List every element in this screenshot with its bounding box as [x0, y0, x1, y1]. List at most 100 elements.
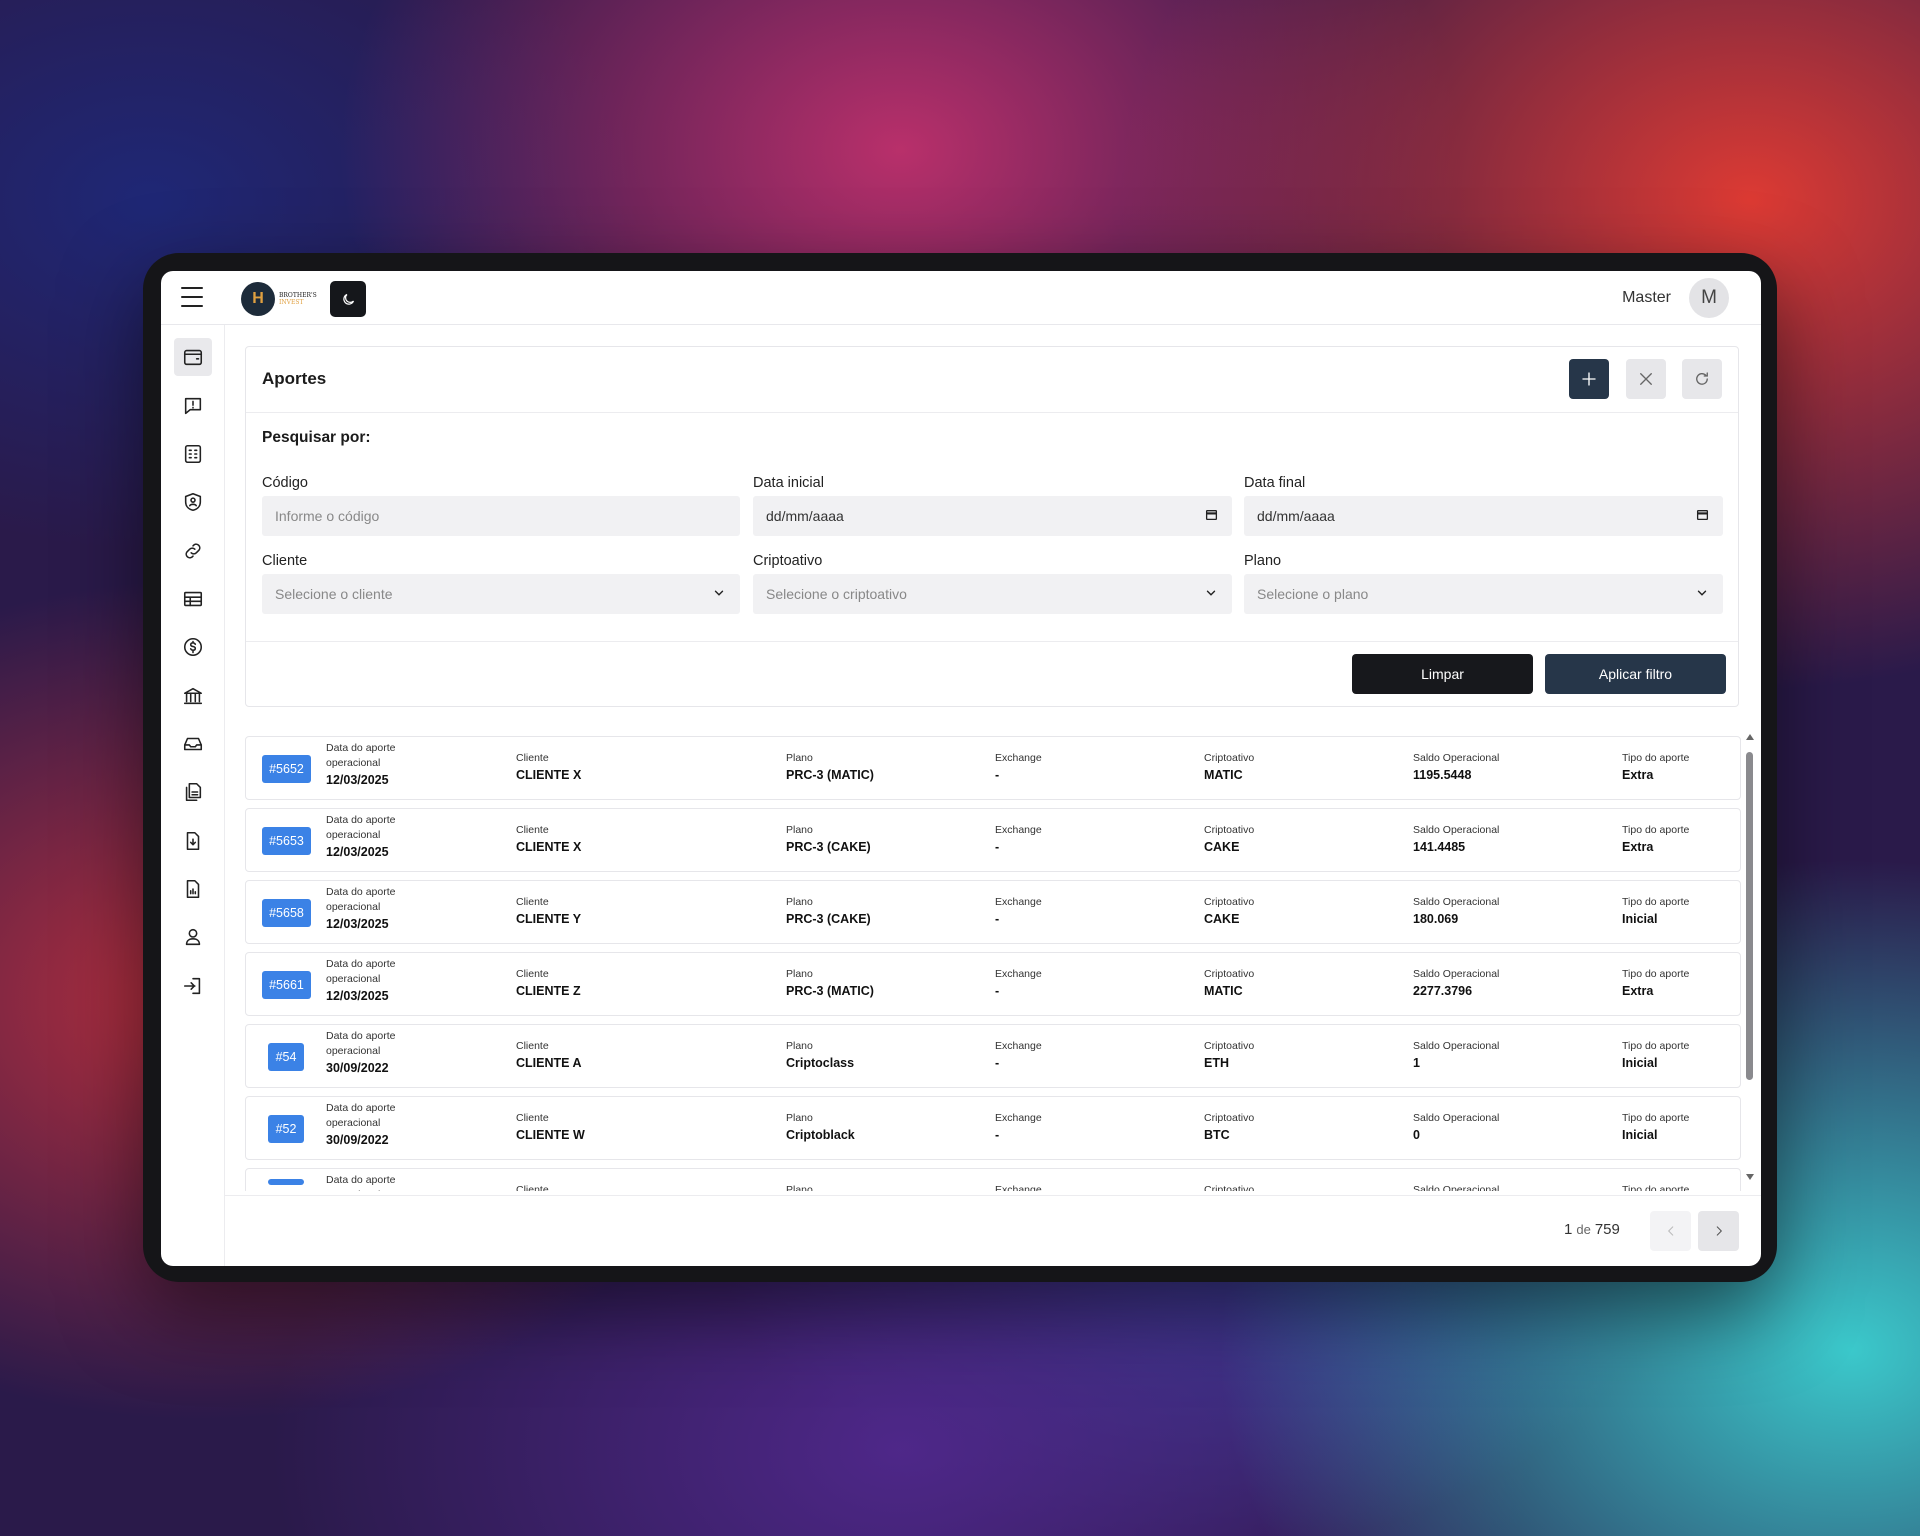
cripto-select[interactable]: Selecione o criptoativo [753, 574, 1232, 614]
codigo-input[interactable]: Informe o código [262, 496, 740, 536]
saldo-cell-value: 180.069 [1413, 912, 1459, 926]
menu-icon[interactable] [181, 287, 203, 307]
data-inicial-input[interactable]: dd/mm/aaaa [753, 496, 1232, 536]
chevron-down-icon [1697, 590, 1707, 596]
scroll-thumb[interactable] [1746, 752, 1753, 1080]
page-current: 1 [1564, 1221, 1573, 1238]
prev-page-button[interactable] [1650, 1211, 1691, 1251]
data-final-input[interactable]: dd/mm/aaaa [1244, 496, 1723, 536]
list-item[interactable]: #5658 Data do aporte operacional 12/03/202… [245, 880, 1741, 944]
code-badge[interactable]: #5658 [262, 899, 311, 927]
date-cell: Data do aporte operacional 30/09/2022 [326, 1029, 436, 1077]
code-badge[interactable] [268, 1179, 304, 1185]
report-file-icon [186, 879, 200, 899]
sidebar-item-inbox[interactable] [174, 725, 212, 763]
saldo-cell-label: Saldo Operacional [1413, 968, 1500, 980]
sidebar-item-finance[interactable] [174, 628, 212, 666]
close-button[interactable] [1626, 359, 1666, 399]
code-badge[interactable]: #5653 [262, 827, 311, 855]
saldo-cell-value: 1195.5448 [1413, 768, 1472, 782]
date-cell: Data do aporte operacional 12/03/2025 [326, 885, 436, 933]
plano-cell: Plano [786, 1183, 813, 1191]
cliente-cell-label: Cliente [516, 968, 549, 980]
scrollbar[interactable] [1744, 734, 1754, 1184]
list-item[interactable]: #5652 Data do aporte operacional 12/03/202… [245, 736, 1741, 800]
plano-cell-label: Plano [786, 1184, 813, 1191]
sidebar [161, 325, 225, 1266]
cripto-cell: Criptoativo CAKE [1204, 823, 1254, 856]
sidebar-item-download[interactable] [174, 822, 212, 860]
chevron-down-icon [1206, 590, 1216, 596]
sidebar-item-security[interactable] [174, 483, 212, 521]
plano-cell-value: PRC-3 (CAKE) [786, 912, 871, 926]
exchange-cell-label: Exchange [995, 824, 1042, 836]
code-badge[interactable]: #5661 [262, 971, 311, 999]
exchange-cell-label: Exchange [995, 1112, 1042, 1124]
dark-mode-toggle[interactable] [330, 281, 366, 317]
date-cell-label: Data do aporte operacional [326, 742, 396, 769]
list-item[interactable]: #52 Data do aporte operacional 30/09/2022 C… [245, 1096, 1741, 1160]
next-page-button[interactable] [1698, 1211, 1739, 1251]
tipo-cell-label: Tipo do aporte [1622, 1040, 1690, 1052]
cliente-cell-label: Cliente [516, 896, 549, 908]
inbox-icon [183, 737, 203, 751]
plano-select[interactable]: Selecione o plano [1244, 574, 1723, 614]
brand-logo[interactable]: H BROTHER'S INVEST [241, 281, 323, 317]
apply-filter-button[interactable]: Aplicar filtro [1545, 654, 1726, 694]
tipo-cell-label: Tipo do aporte [1622, 752, 1690, 764]
link-icon [185, 543, 201, 559]
cliente-label: Cliente [262, 553, 308, 569]
list-item[interactable]: #54 Data do aporte operacional 30/09/2022 C… [245, 1024, 1741, 1088]
code-badge[interactable]: #54 [268, 1043, 304, 1071]
sidebar-item-bank[interactable] [174, 677, 212, 715]
scroll-down-arrow-icon[interactable] [1746, 1174, 1754, 1180]
cripto-cell-value: MATIC [1204, 768, 1243, 782]
avatar[interactable]: M [1689, 278, 1729, 318]
saldo-cell: Saldo Operacional 141.4485 [1413, 823, 1499, 856]
cliente-cell: Cliente CLIENTE X [516, 823, 581, 856]
exchange-cell-label: Exchange [995, 1184, 1042, 1191]
page-title: Aportes [262, 369, 327, 388]
dollar-coin-icon [183, 637, 203, 657]
exchange-cell-label: Exchange [995, 968, 1042, 980]
sidebar-item-logout[interactable] [174, 967, 212, 1005]
add-button[interactable] [1569, 359, 1609, 399]
plano-cell-label: Plano [786, 1112, 813, 1124]
sidebar-item-users[interactable] [174, 918, 212, 956]
sidebar-item-documents[interactable] [174, 773, 212, 811]
chevron-left-icon [1667, 1226, 1673, 1236]
divider [246, 641, 1738, 642]
user-name[interactable]: Master [1622, 289, 1671, 307]
cripto-cell-label: Criptoativo [1204, 752, 1255, 764]
cliente-select[interactable]: Selecione o cliente [262, 574, 740, 614]
table-icon [183, 591, 203, 607]
date-cell: Data do aporte operacional 12/03/2025 [326, 741, 436, 789]
code-badge[interactable]: #52 [268, 1115, 304, 1143]
scroll-up-arrow-icon[interactable] [1746, 734, 1754, 740]
sidebar-item-calculator[interactable] [174, 435, 212, 473]
list-item[interactable]: Data do aporte operacional Cliente Plano Ex… [245, 1168, 1741, 1191]
exchange-cell-label: Exchange [995, 1040, 1042, 1052]
refresh-button[interactable] [1682, 359, 1722, 399]
list-item[interactable]: #5653 Data do aporte operacional 12/03/202… [245, 808, 1741, 872]
sidebar-item-table[interactable] [174, 580, 212, 618]
cliente-cell: Cliente CLIENTE A [516, 1039, 582, 1072]
code-badge[interactable]: #5652 [262, 755, 311, 783]
saldo-cell-value: 1 [1413, 1056, 1420, 1070]
exchange-cell-value: - [995, 768, 1000, 782]
clear-button[interactable]: Limpar [1352, 654, 1533, 694]
sidebar-item-wallet[interactable] [174, 338, 212, 376]
sidebar-item-links[interactable] [174, 532, 212, 570]
saldo-cell-label: Saldo Operacional [1413, 1112, 1500, 1124]
calendar-icon[interactable] [1205, 508, 1218, 521]
list-item[interactable]: #5661 Data do aporte operacional 12/03/202… [245, 952, 1741, 1016]
bank-icon [183, 687, 203, 705]
sidebar-item-reports[interactable] [174, 870, 212, 908]
sidebar-item-alerts[interactable] [174, 387, 212, 425]
top-bar: H BROTHER'S INVEST Master M [161, 271, 1761, 325]
page-of: de [1576, 1222, 1591, 1237]
cripto-cell-label: Criptoativo [1204, 1040, 1255, 1052]
tipo-cell-label: Tipo do aporte [1622, 896, 1690, 908]
cliente-cell-value: CLIENTE Y [516, 912, 582, 926]
calendar-icon[interactable] [1696, 508, 1709, 521]
